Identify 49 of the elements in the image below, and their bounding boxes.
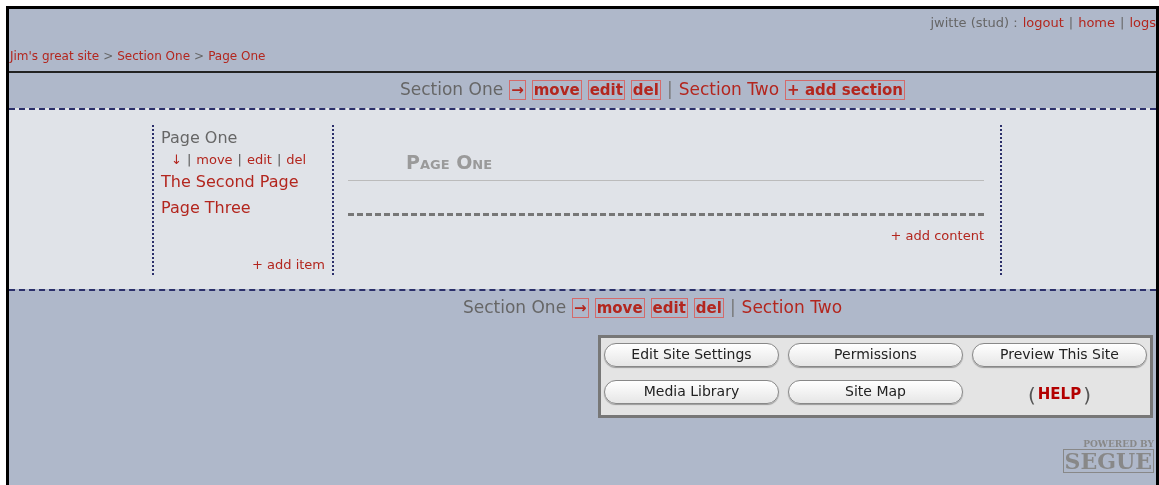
section-control[interactable]: edit — [587, 80, 625, 100]
page-control[interactable]: move — [196, 150, 233, 169]
current-section: Section One — [399, 77, 504, 103]
section-control[interactable]: edit — [650, 297, 688, 318]
current-section: Section One — [462, 294, 567, 321]
breadcrumb-link[interactable]: Section One — [117, 46, 191, 65]
tool-button[interactable]: Preview This Site — [972, 342, 1147, 367]
breadcrumb-separator: > — [103, 47, 114, 65]
user-label: jwitte (stud) : — [930, 14, 1018, 32]
section-control[interactable]: del — [630, 80, 661, 100]
section-link[interactable]: Section Two — [678, 77, 780, 103]
tool-button[interactable]: Media Library — [604, 379, 779, 404]
separator: | — [729, 295, 736, 319]
tool-button[interactable]: Site Map — [788, 379, 963, 404]
tool-button[interactable]: Edit Site Settings — [604, 342, 779, 367]
section-control[interactable]: del — [693, 297, 724, 318]
header-link[interactable]: logout — [1022, 13, 1064, 33]
page-link[interactable]: Page Three — [161, 194, 325, 221]
breadcrumb-link[interactable]: Jim's great site — [10, 46, 100, 65]
page-control[interactable]: del — [286, 150, 307, 169]
add-item-link[interactable]: + add item — [252, 255, 325, 275]
help-link[interactable]: HELP — [1037, 383, 1082, 406]
section-control[interactable]: → — [509, 80, 526, 100]
breadcrumb-separator: > — [194, 47, 205, 65]
current-page: Page One — [161, 126, 239, 149]
help-bracket: ) — [1083, 381, 1091, 409]
header-link[interactable]: logs — [1129, 13, 1156, 33]
page-link[interactable]: The Second Page — [161, 168, 325, 195]
header-link[interactable]: home — [1078, 13, 1115, 33]
breadcrumb-link[interactable]: Page One — [208, 46, 266, 65]
section-control[interactable]: move — [531, 80, 582, 100]
page-title: Page One — [405, 149, 494, 174]
add-section-link[interactable]: + add section — [785, 80, 905, 100]
section-control[interactable]: move — [594, 297, 645, 318]
page-control[interactable]: edit — [247, 150, 272, 169]
tool-button[interactable]: Permissions — [788, 342, 963, 367]
add-content-link[interactable]: + add content — [890, 225, 984, 245]
section-link[interactable]: Section Two — [741, 294, 843, 321]
separator: | — [276, 150, 282, 169]
logo-wordmark: SEGUE — [1062, 448, 1154, 473]
section-control[interactable]: → — [572, 297, 589, 318]
help-bracket: ( — [1028, 381, 1036, 409]
separator: | — [666, 78, 673, 102]
separator: | — [237, 150, 242, 169]
separator: | — [1068, 14, 1074, 32]
logo-caption: POWERED BY — [1083, 439, 1154, 449]
separator: | — [1120, 14, 1125, 32]
page-control[interactable]: ↓ — [171, 150, 182, 169]
separator: | — [186, 150, 192, 169]
